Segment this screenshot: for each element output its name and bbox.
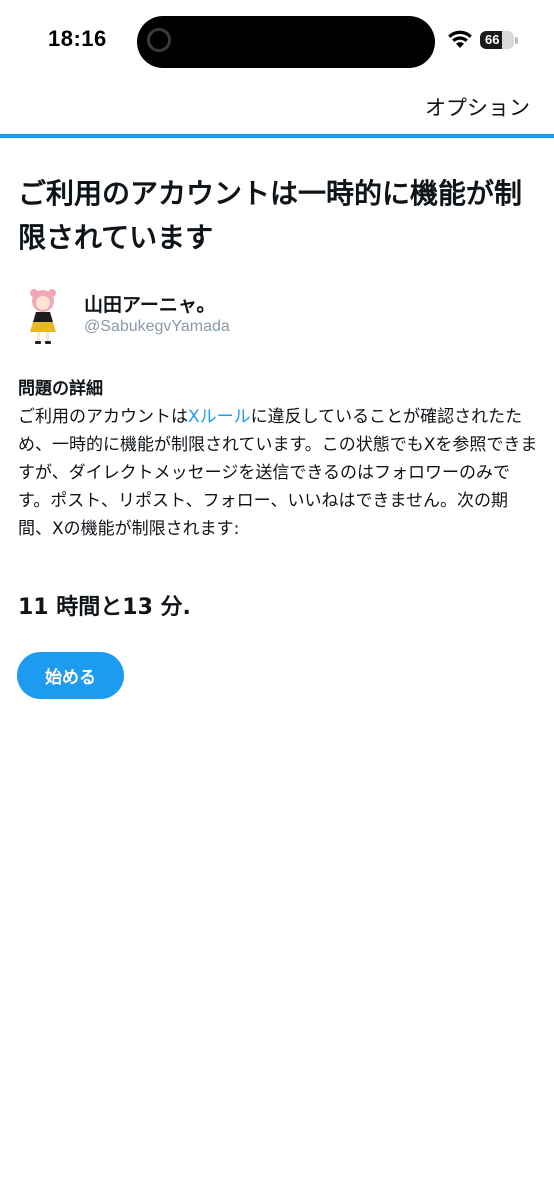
user-info: 山田アーニャ。 @SabukegvYamada <box>18 286 538 350</box>
battery-tip <box>515 37 518 44</box>
x-rules-link[interactable]: Xルール <box>188 407 251 427</box>
details-heading: 問題の詳細 <box>18 379 103 399</box>
avatar <box>30 289 56 344</box>
dynamic-island <box>137 16 435 68</box>
header-divider <box>0 134 554 138</box>
details-text: ご利用のアカウントはXルールに違反していることが確認されたため、一時的に機能が制… <box>18 403 538 543</box>
restriction-countdown: 11 時間と13 分. <box>18 595 191 620</box>
wifi-icon <box>448 30 472 48</box>
battery-level: 66 <box>485 32 500 47</box>
page-title: ご利用のアカウントは一時的に機能が制限されています <box>18 177 523 254</box>
options-button[interactable]: オプション <box>425 92 530 122</box>
battery-icon: 66 <box>480 31 514 49</box>
status-bar: 18:16 66 <box>0 0 554 84</box>
camera-icon <box>147 28 171 52</box>
top-bar: オプション <box>0 84 554 134</box>
start-button[interactable]: 始める <box>17 652 124 699</box>
user-handle: @SabukegvYamada <box>84 318 230 335</box>
status-time: 18:16 <box>48 26 107 51</box>
details-text-part1: ご利用のアカウントは <box>18 407 188 427</box>
user-name: 山田アーニャ。 <box>84 294 216 316</box>
